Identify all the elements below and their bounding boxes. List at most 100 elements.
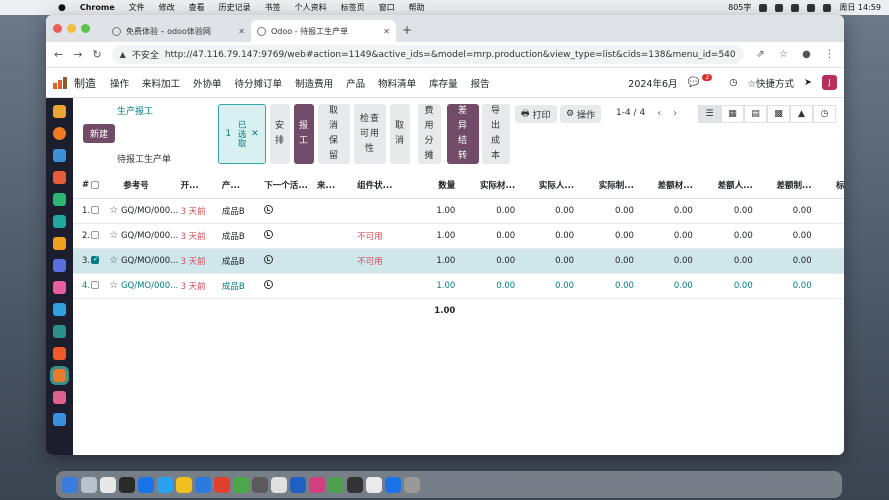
finder-icon[interactable]	[62, 476, 78, 493]
selection-badge[interactable]: 1 已选取 ✕	[218, 104, 266, 164]
export-cost-button[interactable]: 导出成本	[482, 104, 510, 164]
url-input[interactable]: ▲ 不安全 http://47.116.79.147:9769/web#acti…	[111, 45, 744, 64]
nav-menu-operations[interactable]: 操作	[110, 76, 129, 90]
app-icon-1[interactable]	[53, 105, 66, 118]
app-icon-14[interactable]	[53, 391, 66, 404]
shortcut-link[interactable]: ☆快捷方式	[748, 76, 795, 90]
activity-clock-icon[interactable]	[264, 254, 274, 264]
nav-menu-outsourcing[interactable]: 外协单	[193, 76, 222, 90]
user-avatar[interactable]: J	[822, 75, 837, 90]
col-diff-overhead[interactable]: 差额制...	[752, 173, 812, 199]
menu-edit[interactable]: 修改	[159, 2, 175, 13]
search-icon[interactable]	[807, 3, 816, 12]
nav-menu-bom[interactable]: 物料清单	[378, 76, 416, 90]
col-actual-overhead[interactable]: 实际制...	[574, 173, 634, 199]
menu-tabs[interactable]: 标签页	[341, 2, 365, 13]
app-icon-8[interactable]	[53, 259, 66, 272]
row-reference[interactable]: ☆ GQ/MO/000...	[109, 198, 181, 224]
new-tab-icon[interactable]: +	[402, 23, 412, 37]
control-center-icon[interactable]	[823, 3, 832, 12]
table-row-selected[interactable]: 3. ☆ GQ/MO/000... 3 天前 成品B 不可用 1.00 0.00…	[73, 248, 844, 274]
variance-transfer-button[interactable]: 差异结转	[447, 104, 479, 164]
menu-history[interactable]: 历史记录	[219, 2, 251, 13]
app-icon-3[interactable]	[53, 149, 66, 162]
pivot-view-icon[interactable]: ▩	[767, 105, 790, 123]
clear-selection-icon[interactable]: ✕	[251, 129, 259, 139]
row-activity[interactable]	[264, 273, 317, 299]
activity-view-icon[interactable]: ◷	[813, 105, 836, 123]
activity-clock-icon[interactable]	[264, 204, 274, 214]
activity-clock-icon[interactable]	[264, 279, 274, 289]
app-store-icon[interactable]	[100, 476, 116, 493]
row-checkbox[interactable]	[90, 273, 110, 299]
report-work-button[interactable]: 报工	[294, 104, 314, 164]
app-icon-6[interactable]	[53, 215, 66, 228]
calendar-icon[interactable]	[53, 171, 66, 184]
cancel-button[interactable]: 取消	[390, 104, 410, 164]
menu-profile[interactable]: 个人资料	[295, 2, 327, 13]
terminal-icon[interactable]	[119, 476, 135, 493]
wechat-dock-icon[interactable]	[233, 476, 249, 493]
col-diff-labor[interactable]: 差额人...	[692, 173, 753, 199]
col-quantity[interactable]: 数量	[401, 173, 456, 199]
close-window-icon[interactable]	[53, 24, 62, 33]
open-external-icon[interactable]: ⇗	[754, 48, 767, 61]
activity-clock-icon[interactable]: ◷	[729, 77, 737, 88]
vscode-icon[interactable]	[195, 476, 211, 493]
app-dock-icon-13[interactable]	[290, 476, 306, 493]
new-button[interactable]: 新建	[83, 124, 116, 143]
app-icon-10[interactable]	[53, 303, 66, 316]
profile-icon[interactable]: ●	[800, 48, 813, 61]
menu-bookmarks[interactable]: 书签	[265, 2, 281, 13]
col-source[interactable]: 来...	[316, 173, 358, 199]
app-dock-icon-15[interactable]	[328, 476, 344, 493]
schedule-button[interactable]: 安排	[270, 104, 290, 164]
mic-icon[interactable]	[759, 3, 768, 12]
apple-icon[interactable]: ●	[58, 3, 66, 13]
row-reference[interactable]: ☆ GQ/MO/000...	[109, 223, 181, 249]
print-button[interactable]: 🖶 打印	[515, 105, 557, 123]
nav-menu-products[interactable]: 产品	[346, 76, 365, 90]
col-product[interactable]: 产...	[221, 173, 265, 199]
send-icon[interactable]: ➤	[804, 77, 812, 88]
app-name[interactable]: 制造	[74, 75, 96, 91]
graph-view-icon[interactable]: ▲	[790, 105, 813, 123]
menu-window[interactable]: 窗口	[379, 2, 395, 13]
nav-menu-inbound-processing[interactable]: 来料加工	[142, 76, 180, 90]
close-tab-icon[interactable]: ✕	[383, 27, 390, 36]
table-row[interactable]: 1. ☆ GQ/MO/000... 3 天前 成品B 1.00 0.00 0.0…	[73, 198, 844, 224]
cancel-reservation-button[interactable]: 取消保留	[318, 104, 350, 164]
app-icon-15[interactable]	[53, 413, 66, 426]
star-icon[interactable]: ☆	[109, 205, 118, 216]
app-dock-icon-17[interactable]	[366, 476, 382, 493]
app-icon-5[interactable]	[53, 193, 66, 206]
warning-icon[interactable]: ▲	[120, 50, 126, 59]
app-icon-9[interactable]	[53, 281, 66, 294]
row-activity[interactable]	[264, 198, 317, 224]
chevron-left-icon[interactable]: ‹	[657, 108, 661, 119]
nav-menu-allocation-orders[interactable]: 待分摊订单	[235, 76, 283, 90]
back-icon[interactable]: ←	[54, 48, 63, 61]
row-reference[interactable]: ☆ GQ/MO/000...	[109, 248, 181, 274]
app-icon-12[interactable]	[53, 347, 66, 360]
menu-file[interactable]: 文件	[129, 2, 145, 13]
action-button[interactable]: ⚙ 操作	[560, 105, 602, 123]
list-view-icon[interactable]: ☰	[698, 105, 721, 123]
chat-icon[interactable]: 💬	[688, 77, 700, 88]
bookmark-star-icon[interactable]: ☆	[777, 48, 790, 61]
row-activity[interactable]	[264, 223, 317, 249]
table-row[interactable]: 4. ☆ GQ/MO/000... 3 天前 成品B 1.00 0.00 0.0…	[73, 273, 844, 299]
star-icon[interactable]: ☆	[109, 280, 118, 291]
wechat-icon[interactable]	[775, 3, 784, 12]
period-label[interactable]: 2024年6月	[628, 76, 677, 90]
cost-allocation-button[interactable]: 费用分摊	[418, 104, 441, 164]
col-actual-labor[interactable]: 实际人...	[515, 173, 575, 199]
col-reference[interactable]: 参考号	[109, 173, 181, 199]
manufacturing-sidebar-icon[interactable]	[50, 366, 69, 385]
row-checkbox[interactable]	[90, 198, 110, 224]
app-dock-icon-12[interactable]	[271, 476, 287, 493]
col-diff-material[interactable]: 差额材...	[633, 173, 693, 199]
close-tab-icon[interactable]: ✕	[238, 27, 245, 36]
chrome-icon[interactable]	[214, 476, 230, 493]
settings-icon[interactable]	[252, 476, 268, 493]
